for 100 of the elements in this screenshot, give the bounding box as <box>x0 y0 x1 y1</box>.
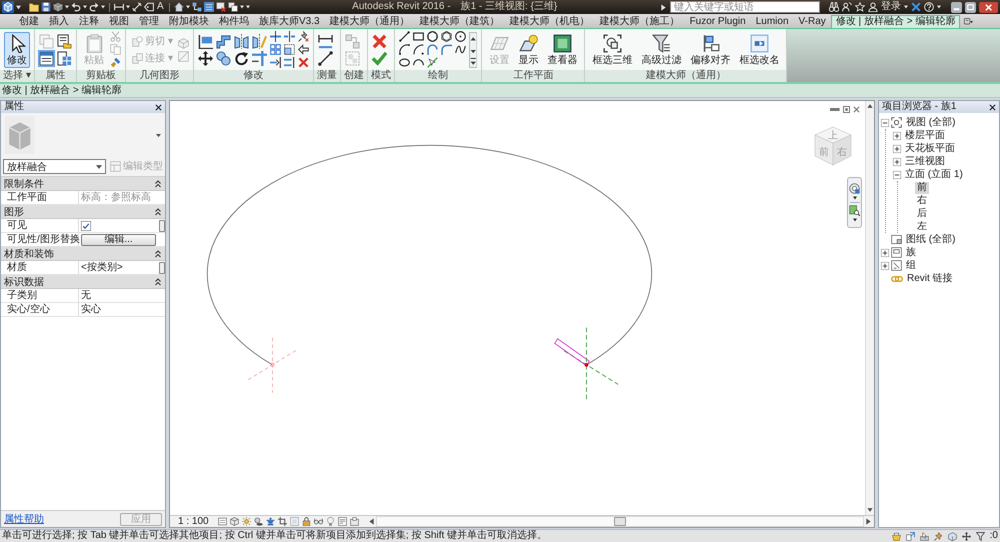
restore-view-icon[interactable] <box>843 106 850 113</box>
select-underlay-icon[interactable] <box>920 532 929 540</box>
edit-button[interactable]: 编辑... <box>81 234 156 246</box>
section-icon[interactable] <box>192 2 202 12</box>
property-value[interactable]: 无 <box>81 290 91 302</box>
sun-path-icon[interactable] <box>242 517 251 526</box>
scroll-down-arrow-icon[interactable] <box>867 507 873 513</box>
ribbon-tab[interactable]: 建模大师（施工） <box>594 15 685 28</box>
property-value[interactable]: 实心 <box>81 304 101 316</box>
ribbon-tab[interactable]: 建模大师（通用） <box>324 15 415 28</box>
scroll-left-arrow-icon[interactable] <box>368 518 375 525</box>
offset-icon[interactable] <box>216 34 231 48</box>
filter-icon[interactable] <box>976 532 985 540</box>
close-windows-icon[interactable] <box>216 2 226 12</box>
expand-icon[interactable] <box>893 144 901 152</box>
tangent-arc-icon[interactable] <box>426 44 438 55</box>
tree-item[interactable]: 左 <box>915 220 929 232</box>
binoculars-icon[interactable] <box>828 2 839 12</box>
ribbon-tool-button[interactable]: 高级过滤 <box>638 32 684 68</box>
delete-x-icon[interactable] <box>298 57 309 68</box>
ribbon-tab[interactable]: V-Ray <box>794 15 831 28</box>
caret-icon[interactable] <box>852 218 856 222</box>
select-pinned-icon[interactable] <box>934 532 943 540</box>
minimize-icon[interactable] <box>950 2 962 12</box>
undo-icon[interactable] <box>71 2 81 12</box>
tree-item[interactable]: Revit 链接 <box>905 272 955 284</box>
copy-circles-icon[interactable] <box>216 50 231 66</box>
text-tool-button[interactable]: A <box>156 1 165 13</box>
tag-icon[interactable] <box>144 2 154 12</box>
tree-item[interactable]: 组 <box>904 260 918 272</box>
dropdown-caret-icon[interactable] <box>156 132 161 138</box>
select-by-face-icon[interactable] <box>948 532 957 540</box>
scroll-up-arrow-icon[interactable] <box>867 103 873 109</box>
property-group-header[interactable]: 图形 <box>1 205 165 219</box>
category-grid-icon[interactable] <box>57 50 72 66</box>
caret-icon[interactable] <box>186 5 190 9</box>
crop-view-icon[interactable] <box>278 517 287 526</box>
split-element-icon[interactable] <box>270 31 281 42</box>
drag-arrows-icon[interactable] <box>962 532 971 540</box>
help-icon[interactable] <box>924 2 934 12</box>
rectangle-icon[interactable] <box>412 31 424 42</box>
ribbon-tool-button[interactable]: 查看器 <box>544 32 580 68</box>
tree-item[interactable]: 前 <box>915 182 929 194</box>
app-logo-icon[interactable] <box>2 1 14 13</box>
extend-icon[interactable] <box>270 57 281 68</box>
caret-icon[interactable] <box>936 5 941 9</box>
ribbon-tab[interactable]: Lumion <box>750 15 794 28</box>
close-icon[interactable] <box>978 2 998 12</box>
ribbon-tab[interactable]: 构件坞 <box>214 15 254 28</box>
properties-panel-icon[interactable] <box>39 50 54 66</box>
highlight-box-icon[interactable] <box>350 517 359 526</box>
tree-item[interactable]: 三维视图 <box>903 156 947 168</box>
tree-item[interactable]: 右 <box>915 194 929 206</box>
caret-icon[interactable] <box>126 5 130 9</box>
arrow-left-icon[interactable] <box>298 44 309 55</box>
circumscribed-polygon-icon[interactable] <box>440 31 452 42</box>
expand-icon[interactable] <box>881 262 889 270</box>
user-signal-icon[interactable] <box>842 2 852 12</box>
ribbon-tab[interactable]: 管理 <box>134 15 164 28</box>
ellipse-icon[interactable] <box>398 57 410 68</box>
select-links-icon[interactable] <box>906 532 915 540</box>
ribbon-tab[interactable]: 插入 <box>44 15 74 28</box>
windows-icon[interactable] <box>228 2 238 12</box>
vertical-scrollbar[interactable] <box>865 101 874 515</box>
mirror-axis-icon[interactable] <box>234 34 249 48</box>
maximize-icon[interactable] <box>964 2 976 12</box>
caret-icon[interactable] <box>65 5 69 9</box>
tree-item[interactable]: 后 <box>915 208 929 220</box>
caret-icon[interactable] <box>16 4 21 10</box>
measure-line-icon[interactable] <box>318 50 333 66</box>
property-group-header[interactable]: 材质和装饰 <box>1 247 165 261</box>
help-link[interactable]: 属性帮助 <box>4 512 44 526</box>
checkbox[interactable] <box>81 220 91 230</box>
property-group-header[interactable]: 标识数据 <box>1 275 165 289</box>
center-arc-icon[interactable] <box>412 44 424 55</box>
worksets-icon[interactable] <box>892 532 901 540</box>
tree-item[interactable]: 族 <box>904 246 918 258</box>
tree-item[interactable]: 图纸 (全部) <box>904 234 958 246</box>
paint-brush-icon[interactable] <box>110 57 121 68</box>
cancel-x-icon[interactable] <box>372 34 387 48</box>
scrollbar-thumb[interactable] <box>614 517 626 526</box>
ribbon-tab[interactable]: 创建 <box>14 15 44 28</box>
trim-corner-icon[interactable] <box>252 50 267 66</box>
star-icon[interactable] <box>854 2 865 12</box>
house-icon[interactable] <box>174 2 184 12</box>
view-template-icon[interactable] <box>338 517 347 526</box>
ribbon-tool-button[interactable]: 框选改名 <box>736 32 782 68</box>
circle-icon[interactable] <box>454 31 466 42</box>
close-icon[interactable] <box>989 104 996 110</box>
ribbon-tab[interactable]: 视图 <box>104 15 134 28</box>
ribbon-tab[interactable]: 建模大师（建筑） <box>414 15 505 28</box>
minimize-view-icon[interactable] <box>830 108 840 111</box>
properties-folder-icon[interactable] <box>57 34 72 48</box>
expand-icon[interactable] <box>893 132 901 140</box>
glasses-icon[interactable] <box>314 517 323 526</box>
ribbon-tool-button[interactable]: 框选三维 <box>589 32 636 68</box>
caret-icon[interactable] <box>83 5 87 9</box>
checkmark-icon[interactable] <box>372 50 387 66</box>
spline-icon[interactable] <box>454 44 466 55</box>
measure-icon[interactable] <box>114 2 124 12</box>
